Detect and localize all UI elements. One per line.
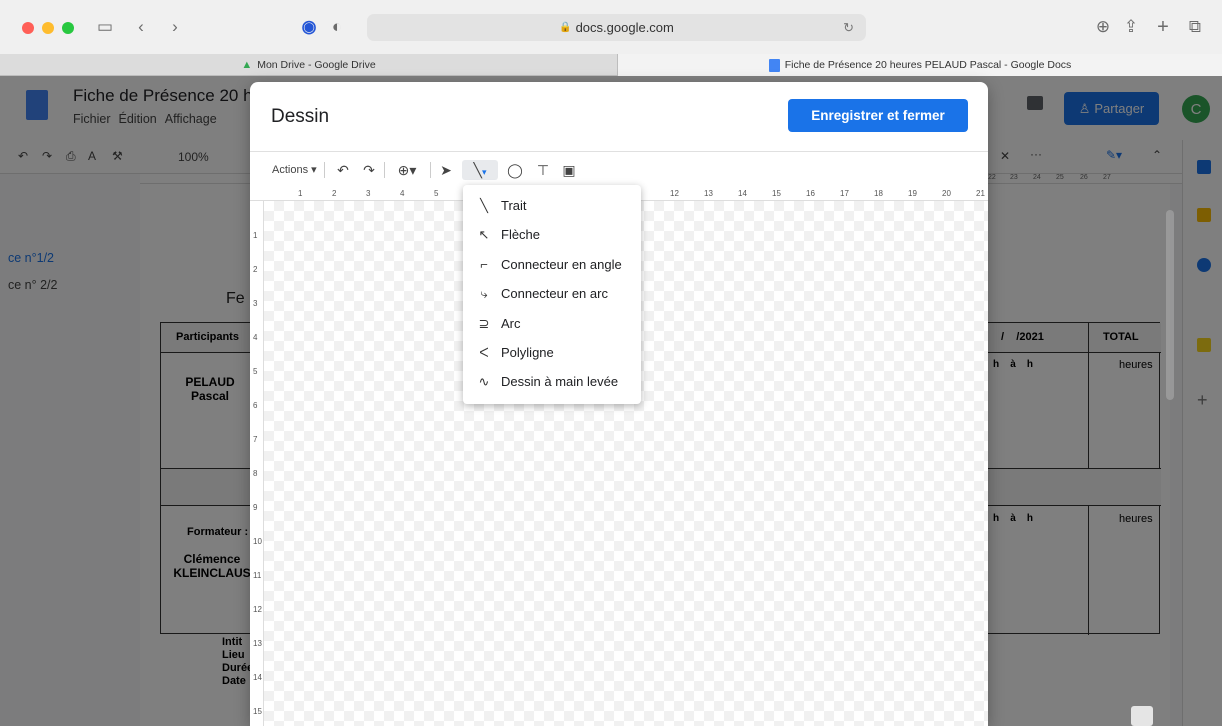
forward-icon[interactable]: › xyxy=(164,14,186,40)
ruler-label: 14 xyxy=(253,673,262,682)
image-icon[interactable]: ▣ xyxy=(560,160,578,180)
line-tool-icon[interactable]: ╲▾ xyxy=(462,160,498,180)
menu-item-polyline[interactable]: ᐸ Polyligne xyxy=(463,338,641,367)
chevron-down-icon: ▾ xyxy=(481,167,487,177)
ruler-label: 11 xyxy=(253,571,262,580)
menu-item-arc[interactable]: ⊇ Arc xyxy=(463,309,641,338)
ruler-label: 10 xyxy=(253,537,262,546)
back-icon[interactable]: ‹ xyxy=(130,14,152,40)
save-and-close-button[interactable]: Enregistrer et fermer xyxy=(788,99,968,132)
menu-item-label: Connecteur en angle xyxy=(501,257,622,272)
ruler-label: 13 xyxy=(253,639,262,648)
extension-icon[interactable]: ◉ xyxy=(298,14,320,40)
ruler-label: 6 xyxy=(253,401,258,410)
google-drive-icon: ▲ xyxy=(241,59,253,71)
ruler-label: 13 xyxy=(704,189,713,198)
menu-item-label: Arc xyxy=(501,316,521,331)
ruler-label: 20 xyxy=(942,189,951,198)
drawing-dialog: Dessin Enregistrer et fermer Actions ▾ ↶… xyxy=(250,82,988,726)
curved-connector-icon: ⤷ xyxy=(480,285,488,301)
ruler-label: 16 xyxy=(806,189,815,198)
menu-item-elbow-connector[interactable]: ⌐ Connecteur en angle xyxy=(463,250,641,279)
arrow-icon: ↖ xyxy=(478,226,490,242)
close-window-button[interactable] xyxy=(22,22,34,34)
text-box-icon[interactable]: ⊤ xyxy=(534,160,552,180)
tab-overview-icon[interactable]: ⧉ xyxy=(1184,14,1206,40)
downloads-icon[interactable]: ⊕ xyxy=(1092,14,1114,40)
tab-bar: ▲ Mon Drive - Google Drive Fiche de Prés… xyxy=(0,54,1222,76)
scrollbar[interactable] xyxy=(1166,210,1174,400)
ruler-label: 1 xyxy=(298,189,303,198)
ruler-label: 1 xyxy=(253,231,258,240)
ruler-label: 2 xyxy=(253,265,258,274)
zoom-icon[interactable]: ⊕▾ xyxy=(392,160,422,180)
ruler-label: 4 xyxy=(253,333,258,342)
reload-icon[interactable]: ↻ xyxy=(843,20,854,36)
dialog-title: Dessin xyxy=(271,106,330,127)
menu-item-label: Trait xyxy=(501,198,527,213)
explore-icon[interactable] xyxy=(1131,706,1153,726)
ruler-label: 5 xyxy=(434,189,439,198)
ruler-label: 8 xyxy=(253,469,258,478)
ruler-label: 15 xyxy=(253,707,262,716)
scribble-icon: ∿ xyxy=(478,373,490,389)
ruler-label: 18 xyxy=(874,189,883,198)
menu-item-trait[interactable]: ╲ Trait xyxy=(463,191,641,220)
browser-titlebar: ▭ ‹ › ◉ ◐ 🔒 docs.google.com ↻ ⊕ ⇪ + ⧉ xyxy=(0,0,1222,54)
menu-item-label: Flèche xyxy=(501,227,541,242)
ruler-label: 3 xyxy=(366,189,371,198)
tab-google-docs[interactable]: Fiche de Présence 20 heures PELAUD Pasca… xyxy=(618,54,1222,76)
tab-google-drive[interactable]: ▲ Mon Drive - Google Drive xyxy=(0,54,618,76)
menu-item-label: Polyligne xyxy=(501,345,554,360)
ruler-label: 3 xyxy=(253,299,258,308)
ruler-label: 2 xyxy=(332,189,337,198)
address-bar[interactable]: 🔒 docs.google.com ↻ xyxy=(367,14,866,41)
polyline-icon: ᐸ xyxy=(479,344,489,360)
menu-item-label: Connecteur en arc xyxy=(501,286,608,301)
select-tool-icon[interactable]: ➤ xyxy=(438,160,454,180)
ruler-label: 5 xyxy=(253,367,258,376)
url-text: docs.google.com xyxy=(575,20,674,35)
actions-label: Actions xyxy=(272,164,309,176)
separator xyxy=(430,162,431,178)
menu-item-fleche[interactable]: ↖ Flèche xyxy=(463,220,641,249)
menu-item-label: Dessin à main levée xyxy=(501,374,619,389)
share-icon[interactable]: ⇪ xyxy=(1120,14,1142,40)
shape-tool-icon[interactable]: ◯ xyxy=(506,160,524,180)
arc-icon: ⊇ xyxy=(478,315,490,331)
menu-item-curved-connector[interactable]: ⤷ Connecteur en arc xyxy=(463,279,641,308)
ruler-label: 7 xyxy=(253,435,258,444)
ruler-label: 15 xyxy=(772,189,781,198)
separator xyxy=(324,162,325,178)
ruler-label: 17 xyxy=(840,189,849,198)
ruler-label: 21 xyxy=(976,189,985,198)
tab-label: Fiche de Présence 20 heures PELAUD Pasca… xyxy=(784,59,1072,71)
separator xyxy=(384,162,385,178)
vertical-ruler: 1 2 3 4 5 6 7 8 9 10 11 12 13 14 15 xyxy=(250,201,264,726)
sidebar-toggle-icon[interactable]: ▭ xyxy=(92,14,118,40)
line-icon: ╲ xyxy=(480,197,488,213)
google-docs-icon xyxy=(768,58,780,72)
undo-icon[interactable]: ↶ xyxy=(334,160,352,180)
tab-label: Mon Drive - Google Drive xyxy=(257,59,376,71)
line-tool-menu: ╲ Trait ↖ Flèche ⌐ Connecteur en angle ⤷ Con… xyxy=(463,185,641,404)
zoom-window-button[interactable] xyxy=(62,22,74,34)
ruler-label: 12 xyxy=(253,605,262,614)
new-tab-icon[interactable]: + xyxy=(1152,14,1174,40)
menu-item-scribble[interactable]: ∿ Dessin à main levée xyxy=(463,367,641,396)
ruler-label: 9 xyxy=(253,503,258,512)
redo-icon[interactable]: ↷ xyxy=(360,160,378,180)
privacy-shield-icon[interactable]: ◐ xyxy=(326,14,348,40)
ruler-label: 19 xyxy=(908,189,917,198)
minimize-window-button[interactable] xyxy=(42,22,54,34)
lock-icon: 🔒 xyxy=(559,22,572,33)
ruler-label: 14 xyxy=(738,189,747,198)
ruler-label: 12 xyxy=(670,189,679,198)
drawing-toolbar: Actions ▾ ↶ ↷ ⊕▾ ➤ ╲▾ ◯ ⊤ ▣ xyxy=(250,152,988,187)
ruler-label: 4 xyxy=(400,189,405,198)
actions-menu[interactable]: Actions ▾ xyxy=(272,160,322,180)
elbow-connector-icon: ⌐ xyxy=(480,257,488,272)
